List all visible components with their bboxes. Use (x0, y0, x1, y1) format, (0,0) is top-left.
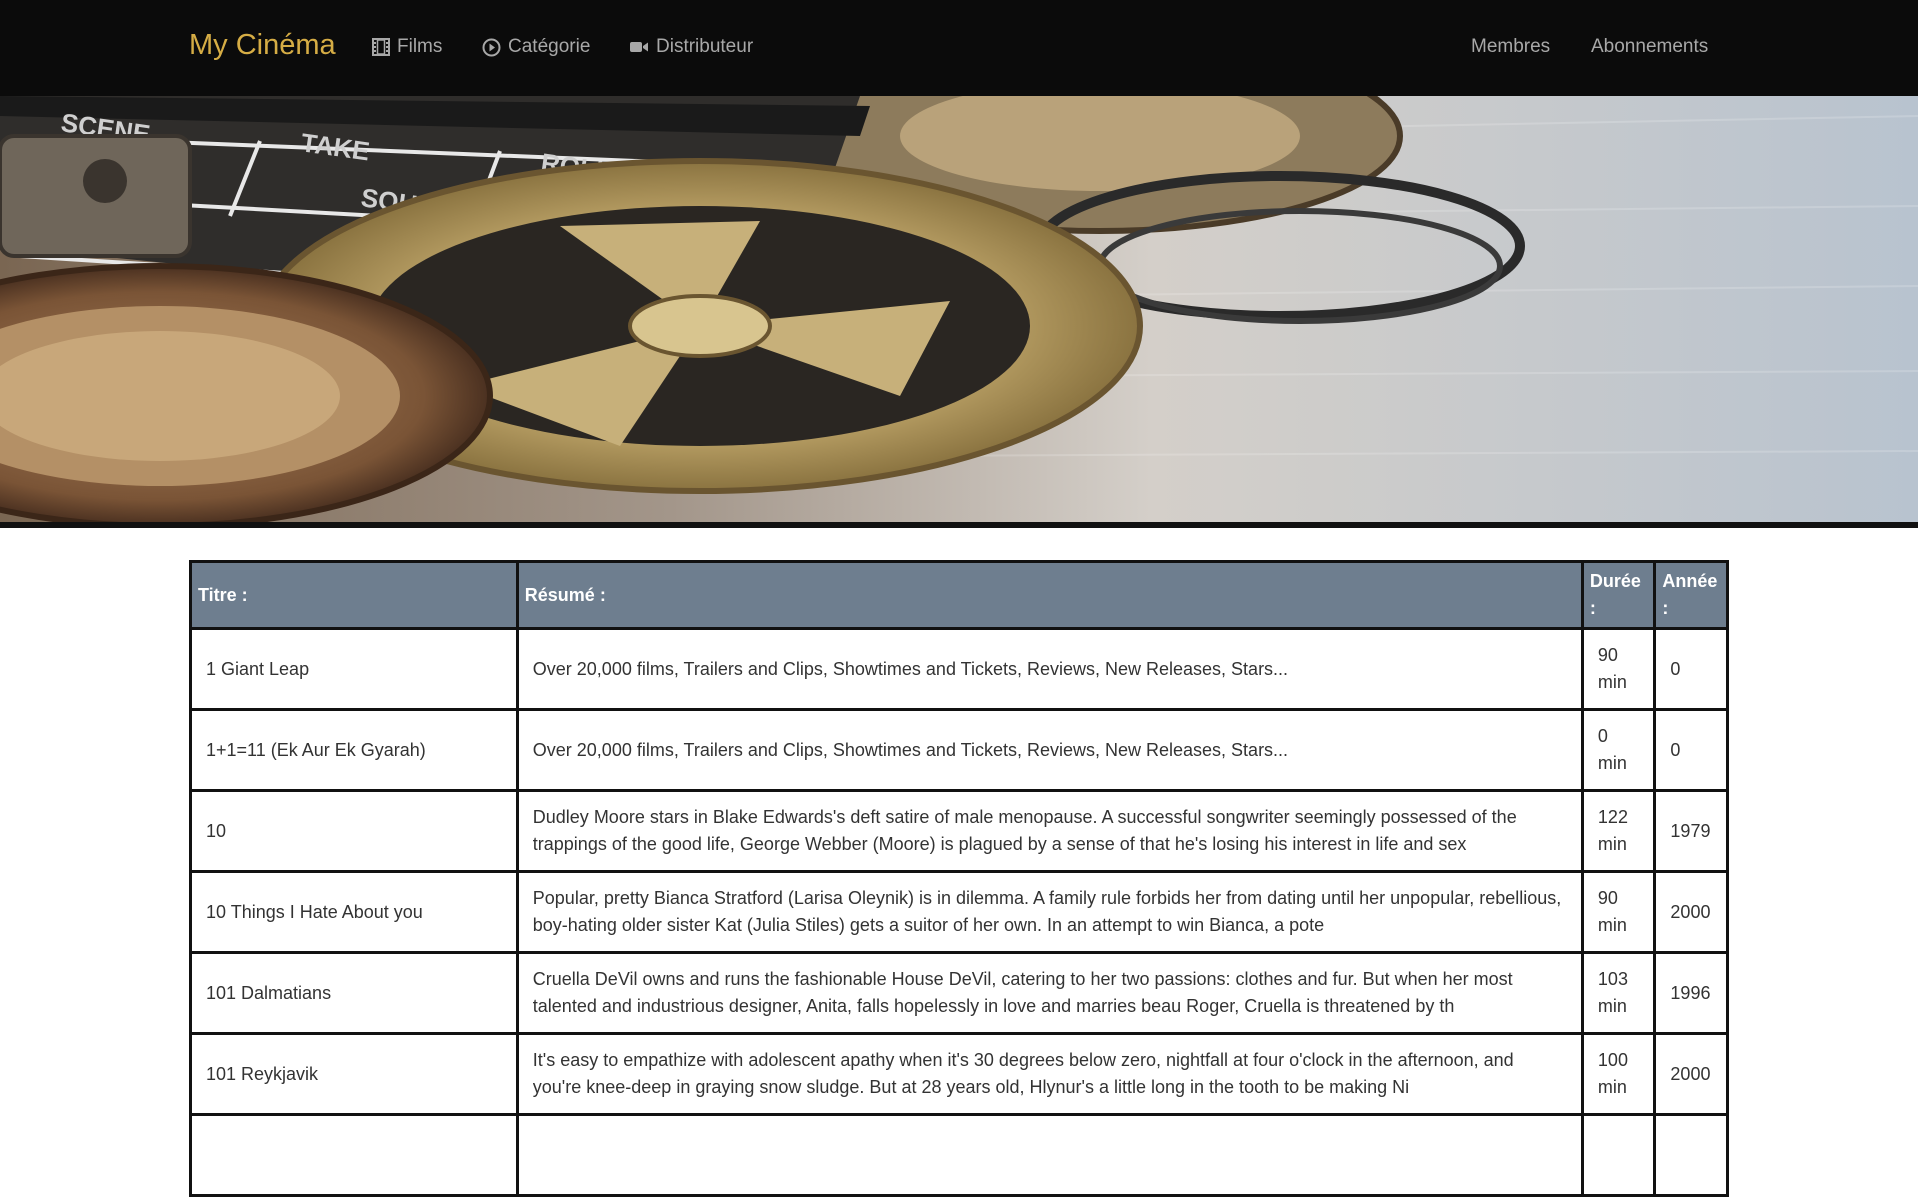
table-row[interactable]: 10 Things I Hate About you Popular, pret… (189, 870, 1729, 954)
cell-annee: 0 (1653, 708, 1729, 792)
nav-link-films[interactable]: Films (372, 36, 442, 58)
cell-annee: 1996 (1653, 951, 1729, 1035)
cell-annee: 1979 (1653, 789, 1729, 873)
cell-resume (515, 1113, 1584, 1197)
films-table: Titre : Résumé : Durée : Année : 1 Giant… (189, 560, 1729, 1197)
cell-duree: 100 min (1580, 1032, 1657, 1116)
resume-text: Over 20,000 films, Trailers and Clips, S… (532, 739, 1289, 760)
cell-duree: 122 min (1580, 789, 1657, 873)
nav-link-categorie[interactable]: Catégorie (482, 36, 590, 58)
cell-resume: Dudley Moore stars in Blake Edwards's de… (515, 789, 1584, 873)
cell-resume: Popular, pretty Bianca Stratford (Larisa… (515, 870, 1584, 954)
resume-text: It's easy to empathize with adolescent a… (532, 1050, 1514, 1097)
cell-annee: 0 (1653, 627, 1729, 711)
resume-text: Cruella DeVil owns and runs the fashiona… (532, 969, 1513, 1016)
cell-titre: 1 Giant Leap (189, 627, 519, 711)
table-row[interactable]: 10 Dudley Moore stars in Blake Edwards's… (189, 789, 1729, 873)
cell-duree: 90 min (1580, 870, 1657, 954)
hero-film-reels-image: SCENE TAKE ROLL SOUND (0, 96, 1918, 526)
resume-text: Dudley Moore stars in Blake Edwards's de… (532, 807, 1517, 854)
table-row[interactable]: 1+1=11 (Ek Aur Ek Gyarah) Over 20,000 fi… (189, 708, 1729, 792)
table-row[interactable]: 101 Dalmatians Cruella DeVil owns and ru… (189, 951, 1729, 1035)
nav-link-films-label: Films (397, 36, 443, 57)
nav-link-categorie-label: Catégorie (508, 36, 591, 57)
hero-bottom-border (0, 522, 1918, 528)
cell-duree: 103 min (1580, 951, 1657, 1035)
table-row[interactable]: 1 Giant Leap Over 20,000 films, Trailers… (189, 627, 1729, 711)
top-navbar: My Cinéma Films Catégorie Distributeur M… (0, 0, 1918, 97)
nav-link-distributeur-label: Distributeur (656, 36, 754, 57)
cell-resume: Over 20,000 films, Trailers and Clips, S… (515, 627, 1584, 711)
nav-link-abonnements-label: Abonnements (1591, 36, 1709, 57)
cell-titre: 10 (189, 789, 519, 873)
cell-duree: 0 min (1580, 708, 1657, 792)
nav-link-abonnements[interactable]: Abonnements (1591, 36, 1708, 58)
nav-link-membres[interactable]: Membres (1471, 36, 1550, 58)
cell-resume: Cruella DeVil owns and runs the fashiona… (515, 951, 1584, 1035)
cell-titre: 10 Things I Hate About you (189, 870, 519, 954)
cell-annee: 2000 (1653, 1032, 1729, 1116)
cell-annee: 2000 (1653, 870, 1729, 954)
table-row[interactable] (189, 1113, 1729, 1197)
column-header-duree[interactable]: Durée : (1580, 560, 1657, 630)
cell-resume: Over 20,000 films, Trailers and Clips, S… (515, 708, 1584, 792)
column-header-resume[interactable]: Résumé : (515, 560, 1584, 630)
film-icon (372, 38, 390, 56)
column-header-annee[interactable]: Année : (1653, 560, 1729, 630)
cell-titre: 101 Dalmatians (189, 951, 519, 1035)
play-circle-icon (482, 38, 501, 56)
cell-duree (1580, 1113, 1657, 1197)
table-header-row: Titre : Résumé : Durée : Année : (189, 560, 1729, 630)
hero-banner: SCENE TAKE ROLL SOUND (0, 96, 1918, 526)
nav-link-distributeur[interactable]: Distributeur (629, 36, 753, 58)
video-camera-icon (630, 42, 648, 52)
cell-titre: 101 Reykjavik (189, 1032, 519, 1116)
resume-text: Over 20,000 films, Trailers and Clips, S… (532, 658, 1289, 679)
column-header-titre[interactable]: Titre : (189, 560, 519, 630)
brand-logo-link[interactable]: My Cinéma (189, 29, 336, 62)
cell-resume: It's easy to empathize with adolescent a… (515, 1032, 1584, 1116)
cell-titre (189, 1113, 519, 1197)
resume-text: Popular, pretty Bianca Stratford (Larisa… (532, 888, 1562, 935)
cell-annee (1653, 1113, 1729, 1197)
cell-titre: 1+1=11 (Ek Aur Ek Gyarah) (189, 708, 519, 792)
nav-link-membres-label: Membres (1471, 36, 1551, 57)
table-row[interactable]: 101 Reykjavik It's easy to empathize wit… (189, 1032, 1729, 1116)
cell-duree: 90 min (1580, 627, 1657, 711)
